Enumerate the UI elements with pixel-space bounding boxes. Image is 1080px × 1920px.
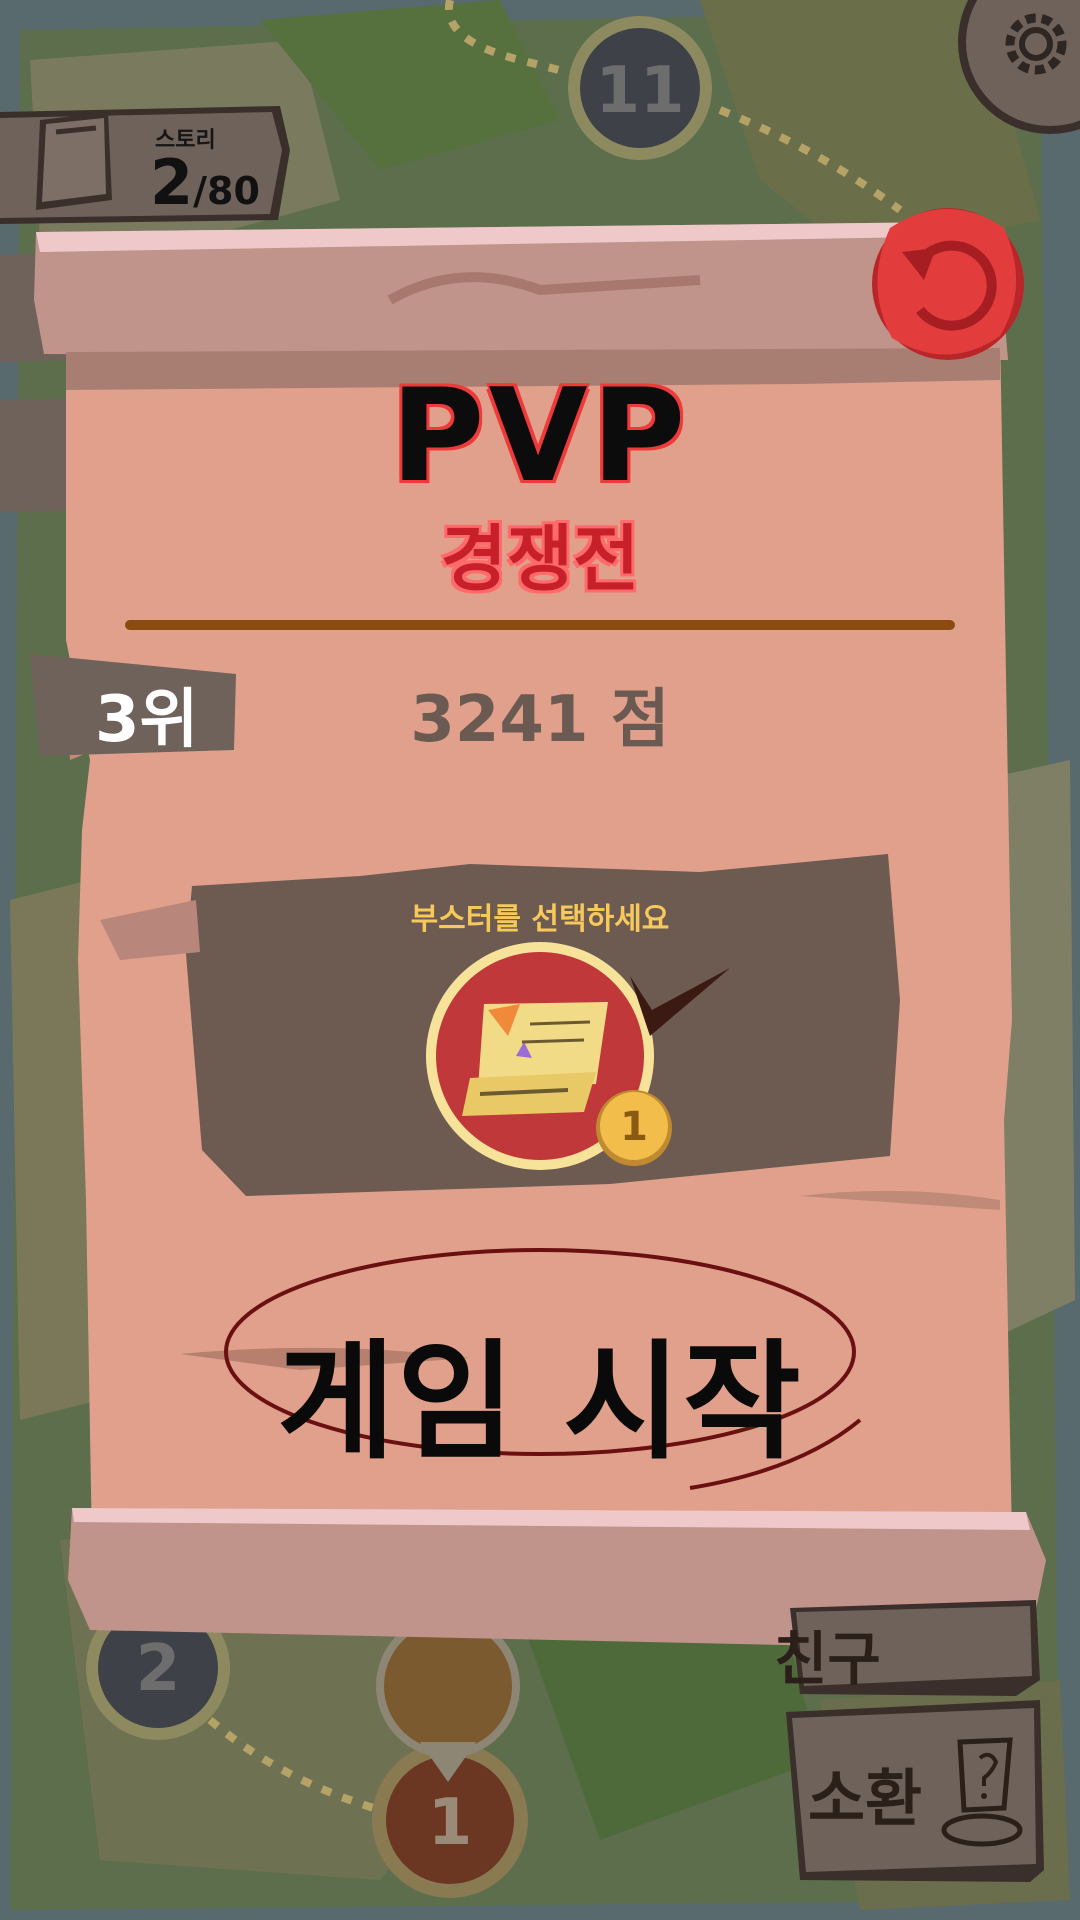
level-node-1-number: 1 (427, 1786, 473, 1860)
story-progress: 2/80 (150, 146, 260, 219)
booster-count: 1 (620, 1104, 648, 1150)
score-label: 3241 점 (410, 683, 670, 757)
level-node-2-number: 2 (135, 1632, 181, 1706)
booster-prompt: 부스터를 선택하세요 (410, 902, 670, 937)
pvp-title: PVP (390, 362, 690, 511)
level-node-11-number: 11 (595, 54, 685, 128)
summon-button-label: 소환 (808, 1762, 923, 1835)
start-game-button[interactable]: 게임 시작 (0, 1298, 1080, 1483)
friend-button-label: 친구 (774, 1625, 881, 1693)
story-current: 2 (150, 146, 194, 219)
close-button[interactable] (872, 208, 1024, 360)
scroll-icon (462, 1002, 608, 1116)
pvp-subtitle: 경쟁전 (440, 517, 640, 601)
story-total: /80 (193, 169, 260, 213)
book-icon (36, 112, 112, 210)
